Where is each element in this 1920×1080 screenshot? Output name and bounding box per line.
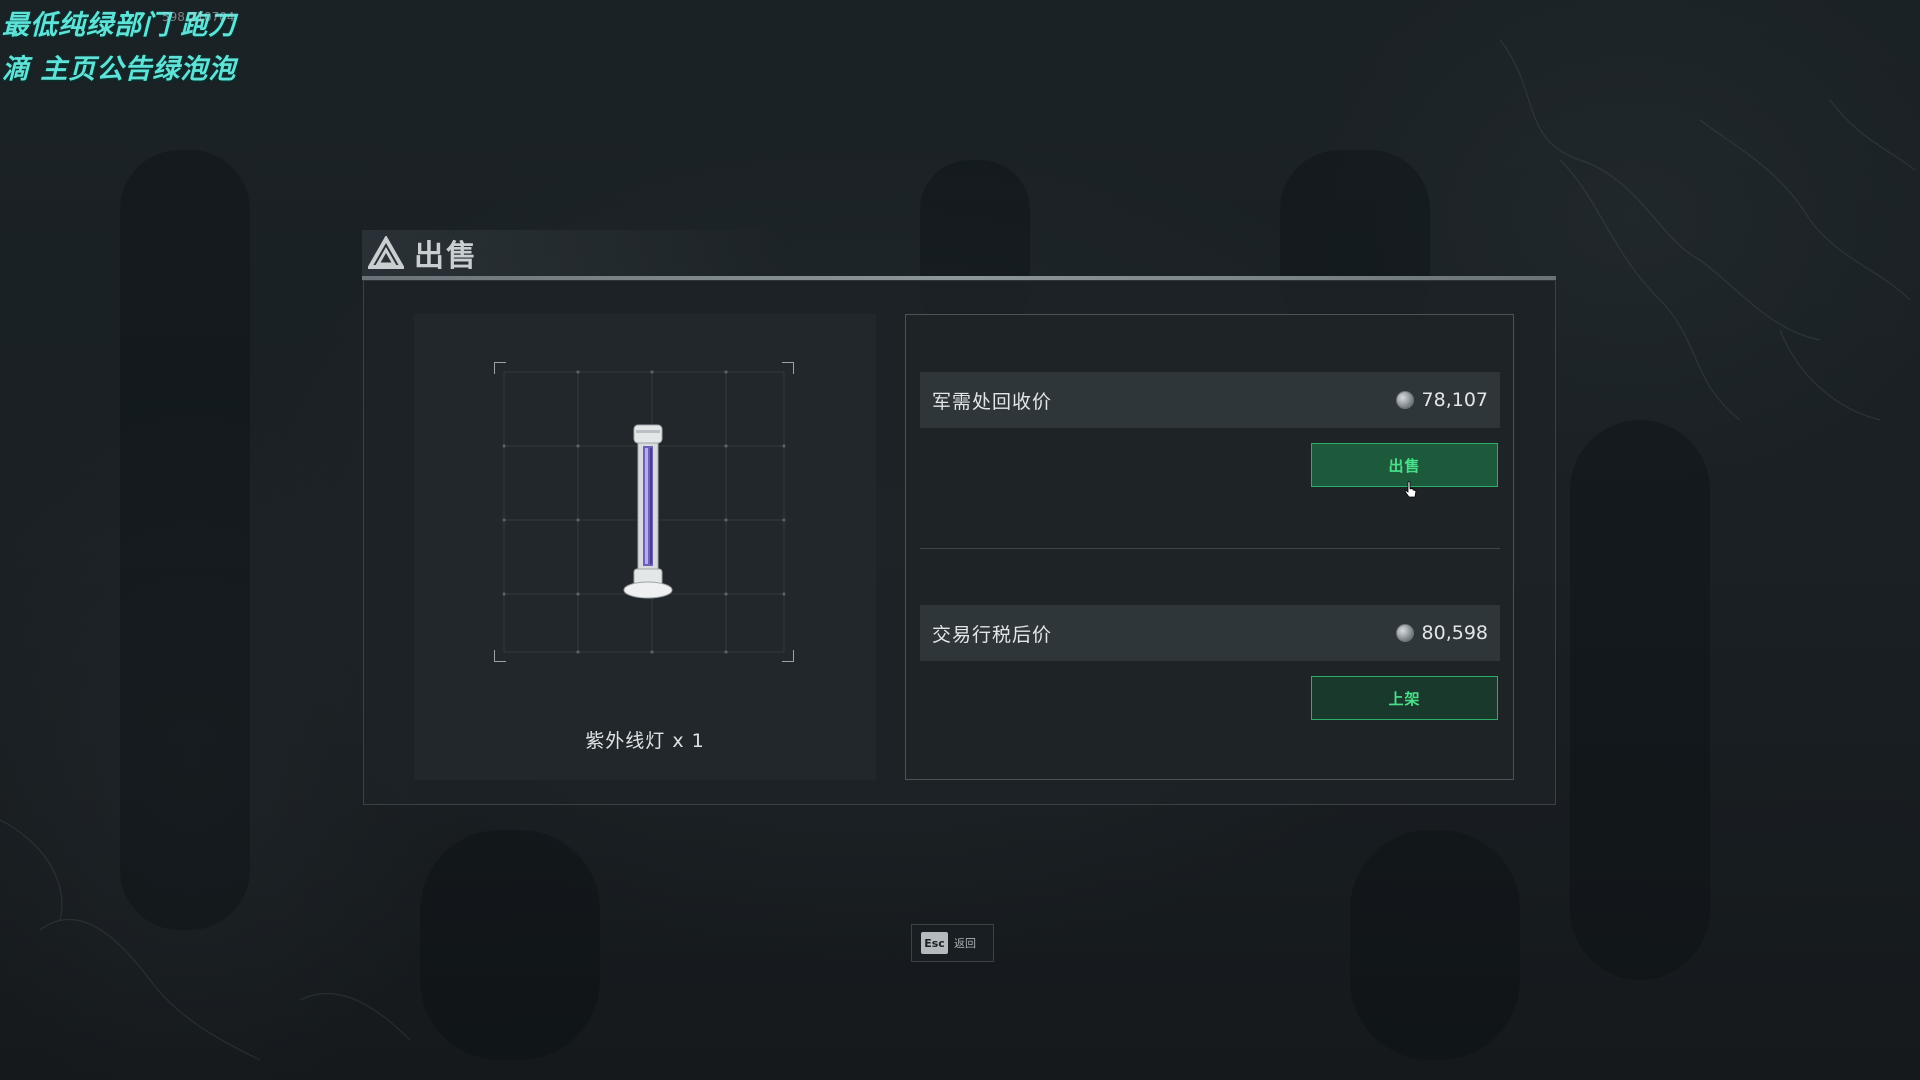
delta-triangle-icon <box>368 236 404 269</box>
uv-lamp-icon <box>623 424 673 599</box>
section-divider <box>920 548 1500 549</box>
item-name: 紫外线灯 x 1 <box>585 730 705 752</box>
sell-panel: 紫外线灯 x 1 军需处回收价 78,107 出售 交易行税后价 80,598 … <box>363 281 1556 805</box>
recycle-price-row: 军需处回收价 78,107 <box>920 372 1500 428</box>
stream-overlay: 最低纯绿部门 跑刀 滴 主页公告绿泡泡 598 210704 <box>2 4 236 92</box>
market-price-value: 80,598 <box>1421 622 1488 644</box>
page-title: 出售 <box>414 239 478 274</box>
recycle-price-label: 军需处回收价 <box>932 390 1053 413</box>
esc-label: 返回 <box>954 937 976 950</box>
coin-icon <box>1395 624 1414 642</box>
item-preview: 紫外线灯 x 1 <box>414 314 876 780</box>
overlay-line-2: 滴 主页公告绿泡泡 <box>2 54 237 85</box>
panel-header: 出售 <box>362 230 782 276</box>
cursor-icon <box>1404 481 1417 498</box>
coin-icon <box>1395 391 1414 409</box>
esc-key: Esc <box>921 932 948 954</box>
recycle-price: 78,107 <box>1395 389 1488 411</box>
market-price-label: 交易行税后价 <box>932 623 1053 646</box>
market-price: 80,598 <box>1395 622 1488 644</box>
market-price-row: 交易行税后价 80,598 <box>920 605 1500 661</box>
list-on-market-button[interactable]: 上架 <box>1311 676 1498 720</box>
item-slot-grid <box>494 362 794 662</box>
esc-back-button[interactable]: Esc 返回 <box>911 924 994 962</box>
recycle-price-value: 78,107 <box>1421 389 1488 411</box>
price-section: 军需处回收价 78,107 出售 交易行税后价 80,598 上架 <box>905 314 1514 780</box>
overlay-id: 598 210704 <box>162 10 235 24</box>
